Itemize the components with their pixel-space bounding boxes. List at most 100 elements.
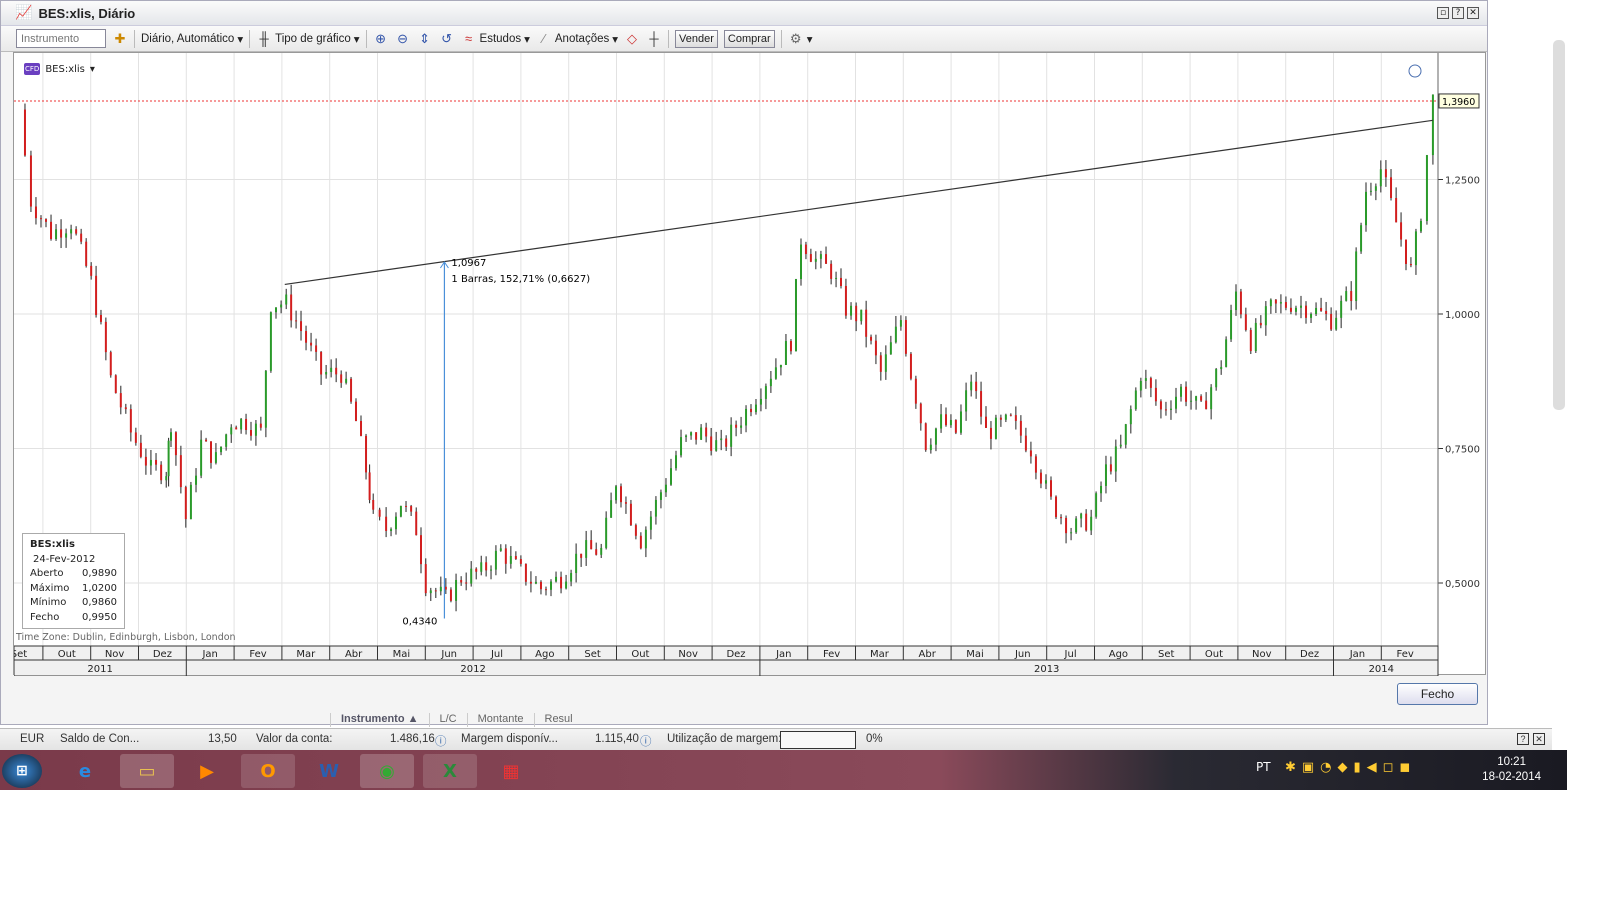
column-lc[interactable]: L/C <box>428 713 467 727</box>
studies-dropdown[interactable]: ≈ Estudos ▾ <box>461 31 530 46</box>
column-result[interactable]: Resul <box>533 713 583 727</box>
word-icon[interactable]: W <box>302 754 356 788</box>
candle-body <box>1044 480 1047 484</box>
candle-body <box>919 403 922 424</box>
explorer-icon[interactable]: ▭ <box>120 754 174 788</box>
excel-icon[interactable]: X <box>423 754 477 788</box>
info-icon[interactable]: ⓘ <box>640 733 652 749</box>
candle-body <box>1109 464 1112 472</box>
candle-body <box>789 341 792 352</box>
month-label: Fev <box>1397 649 1414 660</box>
fit-icon[interactable]: ⇕ <box>417 31 433 47</box>
candle-body <box>1409 263 1412 266</box>
candle-body <box>34 206 37 219</box>
media-player-icon[interactable]: ▶ <box>180 754 234 788</box>
tray-icons[interactable]: ✱▣◔◆▮◀◻◼ <box>1285 760 1416 775</box>
symbol-selector[interactable]: CFD BES:xlis ▾ <box>24 63 95 75</box>
candle-body <box>769 378 772 387</box>
candle-body <box>1230 310 1233 340</box>
windows-icon: ⊞ <box>16 763 28 779</box>
candle-body <box>504 548 507 564</box>
chart-type-dropdown[interactable]: ╫ Tipo de gráfico ▾ <box>256 31 360 46</box>
period-dropdown[interactable]: Diário, Automático ▾ <box>141 32 243 46</box>
candle-body <box>1024 435 1027 451</box>
candle-body <box>290 294 293 321</box>
window-title: BES:xlis, Diário <box>38 5 136 21</box>
candle-body <box>1124 424 1127 445</box>
add-chart-icon[interactable]: ✚ <box>112 31 128 47</box>
chart-app-icon: 📈 <box>15 5 33 21</box>
month-label: Set <box>14 649 27 660</box>
buy-button[interactable]: Comprar <box>723 29 775 48</box>
reset-icon[interactable]: ↺ <box>439 31 455 47</box>
candle-body <box>1159 401 1162 410</box>
help-icon[interactable]: ? <box>1452 7 1464 19</box>
candle-body <box>629 503 632 526</box>
candle-body <box>315 345 318 352</box>
candle-body <box>330 367 333 372</box>
candle-body <box>220 446 223 453</box>
instrument-input[interactable] <box>16 29 106 48</box>
candle-body <box>700 427 703 440</box>
candle-body <box>1384 169 1387 178</box>
candle-body <box>200 439 203 476</box>
month-label: Nov <box>105 649 125 660</box>
clock[interactable]: 10:21 18-02-2014 <box>1482 755 1541 785</box>
close-icon[interactable]: ✕ <box>1467 7 1479 19</box>
candle-body <box>560 576 563 589</box>
currency: EUR <box>20 733 45 745</box>
margin-util-value: 0% <box>866 733 883 745</box>
scrollbar[interactable] <box>1553 40 1565 410</box>
candle-body <box>1315 307 1318 315</box>
close-button[interactable]: Fecho <box>1397 683 1478 705</box>
balance-label: Saldo de Con... <box>60 733 140 745</box>
chrome-icon[interactable]: ◉ <box>360 754 414 788</box>
close-icon[interactable]: ✕ <box>1533 733 1545 745</box>
candle-body <box>269 312 272 371</box>
apps-icon[interactable]: ▦ <box>484 754 538 788</box>
candle-body <box>1185 386 1188 402</box>
candle-body <box>1320 307 1323 311</box>
candle-body <box>245 418 248 431</box>
zoom-out-icon[interactable]: ⊖ <box>395 31 411 47</box>
measure-low-label: 0,4340 <box>402 617 437 628</box>
account-label: Valor da conta: <box>256 733 333 745</box>
candle-body <box>565 581 568 589</box>
candle-body <box>954 419 957 433</box>
candle-body <box>205 439 208 442</box>
crosshair-icon[interactable]: ┼ <box>646 31 662 46</box>
account-status-bar: EUR Saldo de Con... 13,50 Valor da conta… <box>0 728 1552 750</box>
candle-body <box>155 459 158 465</box>
toolbar: ✚ Diário, Automático▾ ╫Tipo de gráfico▾ … <box>1 26 1487 52</box>
month-label: Fev <box>249 649 266 660</box>
column-amount[interactable]: Montante <box>466 713 534 727</box>
candle-body <box>139 442 142 457</box>
chart-area[interactable]: 1,2500 1,0000 0,7500 0,5000 Set Out Nov Dez Jan F… <box>11 52 1487 677</box>
help-icon[interactable]: ? <box>1517 733 1529 745</box>
info-icon[interactable]: ⓘ <box>435 733 447 749</box>
candle-body <box>874 340 877 356</box>
month-label: Set <box>1158 649 1175 660</box>
annotations-dropdown[interactable]: ⁄ Anotações ▾ <box>536 31 618 46</box>
candle-body <box>144 456 147 466</box>
candle-body <box>134 432 137 443</box>
eraser-icon[interactable]: ◇ <box>624 31 640 47</box>
candle-body <box>1144 378 1147 381</box>
candle-body <box>230 427 233 435</box>
candle-body <box>1259 322 1262 326</box>
outlook-icon[interactable]: O <box>241 754 295 788</box>
start-button[interactable]: ⊞ <box>2 754 42 788</box>
ie-icon[interactable]: e <box>58 754 112 788</box>
zoom-in-icon[interactable]: ⊕ <box>373 31 389 47</box>
sell-button[interactable]: Vender <box>675 29 718 48</box>
language-indicator[interactable]: PT <box>1256 760 1271 774</box>
candle-body <box>60 229 63 238</box>
candle-body <box>1264 306 1267 326</box>
month-label: Out <box>58 649 76 660</box>
settings-dropdown[interactable]: ⚙ ▾ <box>788 31 813 47</box>
candle-body <box>835 277 838 279</box>
price-chart[interactable]: 1,2500 1,0000 0,7500 0,5000 Set Out Nov Dez Jan F… <box>11 53 1487 677</box>
month-label: Abr <box>919 649 937 660</box>
column-instrument[interactable]: Instrumento ▲ <box>330 713 429 727</box>
restore-icon[interactable]: ▫ <box>1437 7 1449 19</box>
